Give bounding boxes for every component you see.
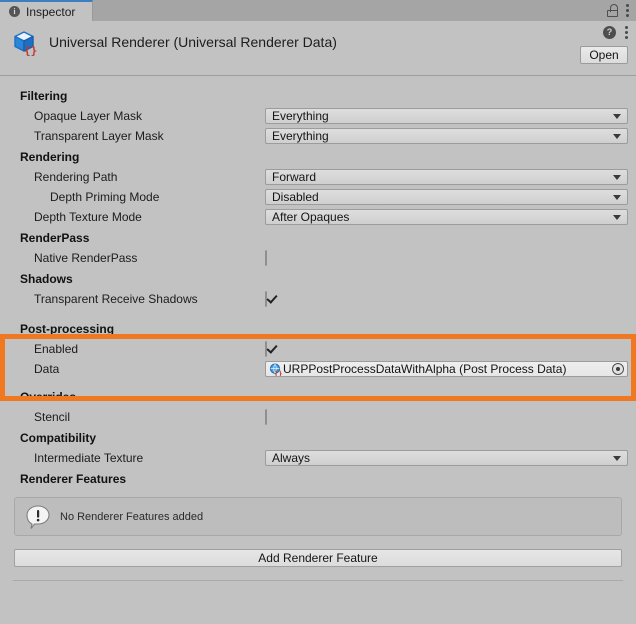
- chevron-down-icon: [613, 195, 621, 200]
- opaque-layer-mask-label: Opaque Layer Mask: [34, 109, 143, 123]
- inspector-tab-bar: i Inspector: [0, 0, 636, 21]
- opaque-layer-mask-dropdown[interactable]: Everything: [265, 108, 628, 124]
- row-transparent-layer-mask: Transparent Layer Mask Everything: [0, 126, 636, 146]
- intermediate-texture-value: Always: [272, 451, 311, 465]
- depth-texture-mode-label: Depth Texture Mode: [34, 210, 142, 224]
- stencil-checkbox[interactable]: [265, 409, 267, 425]
- renderer-features-helpbox: No Renderer Features added: [14, 497, 622, 536]
- inspector-body: Filtering Opaque Layer Mask Everything T…: [0, 76, 636, 581]
- postprocessing-data-value: URPPostProcessDataWithAlpha (Post Proces…: [283, 362, 567, 376]
- opaque-layer-mask-value: Everything: [272, 109, 329, 123]
- row-postprocessing-data: Data {} URPPostProcessDataWithAlpha (Pos…: [0, 359, 636, 379]
- depth-priming-mode-value: Disabled: [272, 190, 319, 204]
- depth-priming-mode-control: Disabled: [265, 189, 628, 205]
- row-depth-texture-mode: Depth Texture Mode After Opaques: [0, 207, 636, 227]
- postprocessing-data-object-field[interactable]: {} URPPostProcessDataWithAlpha (Post Pro…: [265, 361, 628, 377]
- rendering-path-label: Rendering Path: [34, 170, 118, 184]
- transparent-receive-shadows-checkbox[interactable]: [265, 291, 267, 307]
- chevron-down-icon: [613, 134, 621, 139]
- kebab-menu-icon[interactable]: [626, 4, 629, 17]
- lock-icon[interactable]: [607, 4, 618, 17]
- stencil-control: [265, 409, 628, 425]
- rendering-path-control: Forward: [265, 169, 628, 185]
- object-header: {} Universal Renderer (Universal Rendere…: [0, 21, 636, 76]
- row-opaque-layer-mask: Opaque Layer Mask Everything: [0, 106, 636, 126]
- postprocessing-data-label: Data: [34, 362, 60, 376]
- intermediate-texture-dropdown[interactable]: Always: [265, 450, 628, 466]
- row-rendering-path: Rendering Path Forward: [0, 167, 636, 187]
- intermediate-texture-control: Always: [265, 450, 628, 466]
- info-icon: i: [9, 6, 20, 17]
- svg-text:{}: {}: [274, 370, 282, 376]
- help-icon[interactable]: ?: [603, 26, 616, 39]
- svg-text:{}: {}: [24, 44, 37, 56]
- chevron-down-icon: [613, 215, 621, 220]
- post-process-data-asset-icon: {}: [269, 363, 282, 376]
- rendering-path-dropdown[interactable]: Forward: [265, 169, 628, 185]
- section-renderer-features-title: Renderer Features: [20, 472, 127, 486]
- section-compatibility-title: Compatibility: [20, 431, 97, 445]
- add-renderer-feature-button[interactable]: Add Renderer Feature: [14, 549, 622, 567]
- depth-texture-mode-dropdown[interactable]: After Opaques: [265, 209, 628, 225]
- section-shadows-title: Shadows: [20, 272, 73, 286]
- row-intermediate-texture: Intermediate Texture Always: [0, 448, 636, 468]
- object-title-row: {} Universal Renderer (Universal Rendere…: [0, 21, 636, 57]
- row-depth-priming-mode: Depth Priming Mode Disabled: [0, 187, 636, 207]
- stencil-label: Stencil: [34, 410, 71, 424]
- native-renderpass-control: [265, 250, 628, 266]
- tab-bar-tools: [607, 0, 636, 21]
- transparent-receive-shadows-control: [265, 291, 628, 307]
- transparent-layer-mask-dropdown[interactable]: Everything: [265, 128, 628, 144]
- transparent-layer-mask-label: Transparent Layer Mask: [34, 129, 164, 143]
- native-renderpass-checkbox[interactable]: [265, 250, 267, 266]
- depth-texture-mode-value: After Opaques: [272, 210, 350, 224]
- transparent-layer-mask-control: Everything: [265, 128, 628, 144]
- chevron-down-icon: [613, 456, 621, 461]
- object-picker-icon[interactable]: [612, 363, 624, 375]
- depth-texture-mode-control: After Opaques: [265, 209, 628, 225]
- intermediate-texture-label: Intermediate Texture: [34, 451, 144, 465]
- renderer-features-helpbox-text: No Renderer Features added: [60, 510, 204, 523]
- bottom-divider: [13, 580, 623, 581]
- page-title: Universal Renderer (Universal Renderer D…: [49, 34, 337, 50]
- transparent-receive-shadows-label: Transparent Receive Shadows: [34, 292, 198, 306]
- kebab-menu-icon[interactable]: [625, 26, 628, 39]
- tab-inspector[interactable]: i Inspector: [0, 0, 93, 21]
- section-filtering-title: Filtering: [20, 89, 68, 103]
- transparent-layer-mask-value: Everything: [272, 129, 329, 143]
- scriptable-object-cube-icon: {}: [11, 28, 39, 57]
- chevron-down-icon: [613, 114, 621, 119]
- row-stencil: Stencil: [0, 407, 636, 427]
- header-tools: ?: [603, 26, 628, 39]
- section-postprocessing-title: Post-processing: [20, 322, 115, 336]
- section-renderpass-title: RenderPass: [20, 231, 90, 245]
- postprocessing-enabled-label: Enabled: [34, 342, 79, 356]
- section-rendering-title: Rendering: [20, 150, 80, 164]
- open-button[interactable]: Open: [580, 46, 628, 64]
- row-postprocessing-enabled: Enabled: [0, 339, 636, 359]
- chevron-down-icon: [613, 175, 621, 180]
- native-renderpass-label: Native RenderPass: [34, 251, 138, 265]
- tab-inspector-label: Inspector: [26, 4, 76, 19]
- row-native-renderpass: Native RenderPass: [0, 248, 636, 268]
- opaque-layer-mask-control: Everything: [265, 108, 628, 124]
- postprocessing-enabled-control: [265, 341, 628, 357]
- postprocessing-enabled-checkbox[interactable]: [265, 341, 267, 357]
- postprocessing-data-control: {} URPPostProcessDataWithAlpha (Post Pro…: [265, 361, 628, 377]
- rendering-path-value: Forward: [272, 170, 317, 184]
- depth-priming-mode-dropdown[interactable]: Disabled: [265, 189, 628, 205]
- row-transparent-receive-shadows: Transparent Receive Shadows: [0, 289, 636, 309]
- warning-bubble-icon: [25, 504, 51, 530]
- section-overrides-title: Overrides: [20, 390, 77, 404]
- depth-priming-mode-label: Depth Priming Mode: [50, 190, 160, 204]
